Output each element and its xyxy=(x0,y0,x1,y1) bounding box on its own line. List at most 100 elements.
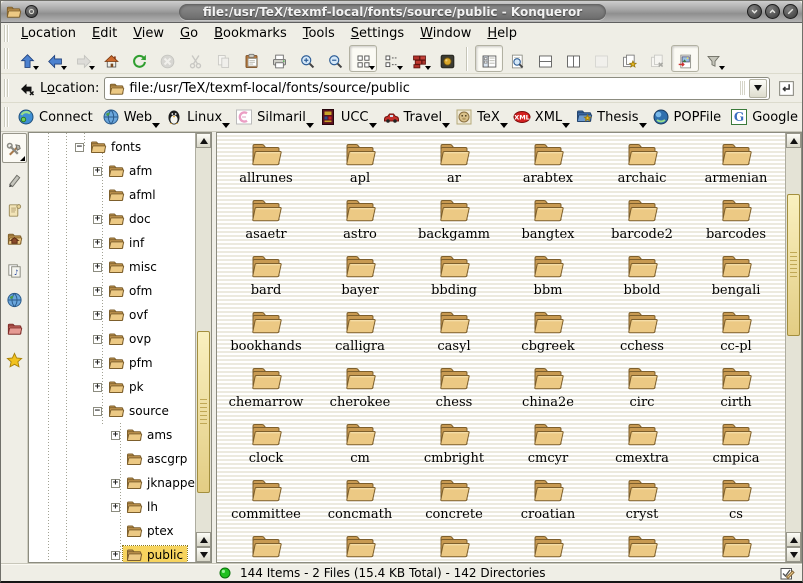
folder-item-asaetr[interactable]: asaetr xyxy=(219,194,313,250)
tree-item-ascgrp[interactable]: ascgrp xyxy=(29,447,195,471)
folder-item-barcode2[interactable]: barcode2 xyxy=(595,194,689,250)
tree-item-pfm[interactable]: +pfm xyxy=(29,351,195,375)
tree-expander-plus[interactable]: + xyxy=(111,431,120,440)
toolbar-grip[interactable] xyxy=(4,48,10,69)
view-scroll-up2-button[interactable] xyxy=(786,532,801,547)
icon-view-button[interactable] xyxy=(349,45,377,72)
tree-item-public[interactable]: +public xyxy=(29,543,195,562)
folder-item-cm[interactable]: cm xyxy=(313,418,407,474)
tree-expander-plus[interactable]: + xyxy=(111,503,120,512)
run-tool-button[interactable] xyxy=(433,45,461,72)
home-button[interactable] xyxy=(97,45,125,72)
tree-scrollbar[interactable] xyxy=(195,133,211,562)
folder-item-cchess[interactable]: cchess xyxy=(595,306,689,362)
tree-item-ofm[interactable]: +ofm xyxy=(29,279,195,303)
folder-item-croatian[interactable]: croatian xyxy=(501,474,595,530)
tree-expander-minus[interactable]: − xyxy=(75,143,84,152)
zoom-out-button[interactable] xyxy=(321,45,349,72)
folder-item-cs[interactable]: cs xyxy=(689,474,783,530)
paste-button[interactable] xyxy=(237,45,265,72)
folder-item-china2e[interactable]: china2e xyxy=(501,362,595,418)
view-scroll-thumb[interactable] xyxy=(787,194,800,336)
stop-button[interactable] xyxy=(153,45,181,72)
location-input[interactable]: file:/usr/TeX/texmf-local/fonts/source/p… xyxy=(104,77,770,100)
folder-item-committee[interactable]: committee xyxy=(219,474,313,530)
tree-expander-minus[interactable]: − xyxy=(93,407,102,416)
view-scrollbar[interactable] xyxy=(785,133,801,562)
tree-item-source[interactable]: −source xyxy=(29,399,195,423)
folder-item-bangtex[interactable]: bangtex xyxy=(501,194,595,250)
multicolumn-view-button[interactable] xyxy=(377,45,405,72)
close-button[interactable] xyxy=(783,4,798,19)
tree-scroll-thumb[interactable] xyxy=(197,331,210,493)
tree-expander-plus[interactable]: + xyxy=(93,215,102,224)
show-navigation-panel-button[interactable] xyxy=(475,45,503,72)
menu-edit[interactable]: Edit xyxy=(84,25,125,42)
sidebar-media-tab[interactable]: ♪ xyxy=(2,253,27,283)
tree-item-pk[interactable]: +pk xyxy=(29,375,195,399)
tree-scroll-track[interactable] xyxy=(196,148,211,532)
tree-expander-plus[interactable]: + xyxy=(93,239,102,248)
tree-expander-plus[interactable]: + xyxy=(93,287,102,296)
tree-item-ptex[interactable]: ptex xyxy=(29,519,195,543)
folder-item-bbding[interactable]: bbding xyxy=(407,250,501,306)
split-view-left-right-button[interactable] xyxy=(559,45,587,72)
tree-expander-plus[interactable]: + xyxy=(93,335,102,344)
tree-item-doc[interactable]: +doc xyxy=(29,207,195,231)
tree-expander-plus[interactable]: + xyxy=(111,551,120,560)
folder-item-partial[interactable] xyxy=(689,530,783,562)
folder-item-cherokee[interactable]: cherokee xyxy=(313,362,407,418)
close-tab-button[interactable] xyxy=(643,45,671,72)
go-button[interactable] xyxy=(775,77,797,99)
tree-item-lh[interactable]: +lh xyxy=(29,495,195,519)
tree-expander-plus[interactable]: + xyxy=(93,383,102,392)
folder-item-partial[interactable] xyxy=(407,530,501,562)
tree-expander-plus[interactable]: + xyxy=(93,263,102,272)
folder-item-bayer[interactable]: bayer xyxy=(313,250,407,306)
menu-tools[interactable]: Tools xyxy=(295,25,343,42)
folder-item-ar[interactable]: ar xyxy=(407,138,501,194)
folder-item-cmbright[interactable]: cmbright xyxy=(407,418,501,474)
folder-item-bengali[interactable]: bengali xyxy=(689,250,783,306)
tree-expander-plus[interactable]: + xyxy=(93,167,102,176)
folder-item-bbold[interactable]: bbold xyxy=(595,250,689,306)
sidebar-bookmarks-tab[interactable] xyxy=(2,343,27,373)
folder-item-armenian[interactable]: armenian xyxy=(689,138,783,194)
folder-item-cbgreek[interactable]: cbgreek xyxy=(501,306,595,362)
folder-item-arabtex[interactable]: arabtex xyxy=(501,138,595,194)
folder-item-apl[interactable]: apl xyxy=(313,138,407,194)
bookmark-connect[interactable]: Connect xyxy=(13,106,98,128)
folder-item-chess[interactable]: chess xyxy=(407,362,501,418)
folder-item-bard[interactable]: bard xyxy=(219,250,313,306)
menu-settings[interactable]: Settings xyxy=(343,25,412,42)
folder-item-cmcyr[interactable]: cmcyr xyxy=(501,418,595,474)
remove-active-view-button[interactable] xyxy=(587,45,615,72)
folder-item-archaic[interactable]: archaic xyxy=(595,138,689,194)
folder-item-backgamm[interactable]: backgamm xyxy=(407,194,501,250)
show-images-button[interactable] xyxy=(671,45,699,72)
menu-bookmarks[interactable]: Bookmarks xyxy=(206,25,295,42)
sticky-button[interactable] xyxy=(25,5,38,18)
folder-item-allrunes[interactable]: allrunes xyxy=(219,138,313,194)
tree-item-ovf[interactable]: +ovf xyxy=(29,303,195,327)
copy-button[interactable] xyxy=(209,45,237,72)
menu-location[interactable]: Location xyxy=(13,25,84,42)
folder-item-cmextra[interactable]: cmextra xyxy=(595,418,689,474)
sidebar-network-tab[interactable] xyxy=(2,283,27,313)
tree-scroll-down-button[interactable] xyxy=(196,547,211,562)
view-scroll-up-button[interactable] xyxy=(786,133,801,148)
tree-item-misc[interactable]: +misc xyxy=(29,255,195,279)
tree-item-afm[interactable]: +afm xyxy=(29,159,195,183)
tree-item-ams[interactable]: +ams xyxy=(29,423,195,447)
bookmark-travel[interactable]: Travel xyxy=(378,106,452,128)
folder-item-clock[interactable]: clock xyxy=(219,418,313,474)
zoom-in-button[interactable] xyxy=(293,45,321,72)
folder-item-partial[interactable] xyxy=(219,530,313,562)
tree-scroll-up2-button[interactable] xyxy=(196,532,211,547)
menu-window[interactable]: Window xyxy=(412,25,479,42)
folder-item-partial[interactable] xyxy=(313,530,407,562)
menu-help[interactable]: Help xyxy=(479,25,525,42)
tree-item-fonts[interactable]: −fonts xyxy=(29,135,195,159)
locationbar-grip[interactable] xyxy=(4,79,10,98)
bookmark-web[interactable]: Web xyxy=(98,106,161,128)
